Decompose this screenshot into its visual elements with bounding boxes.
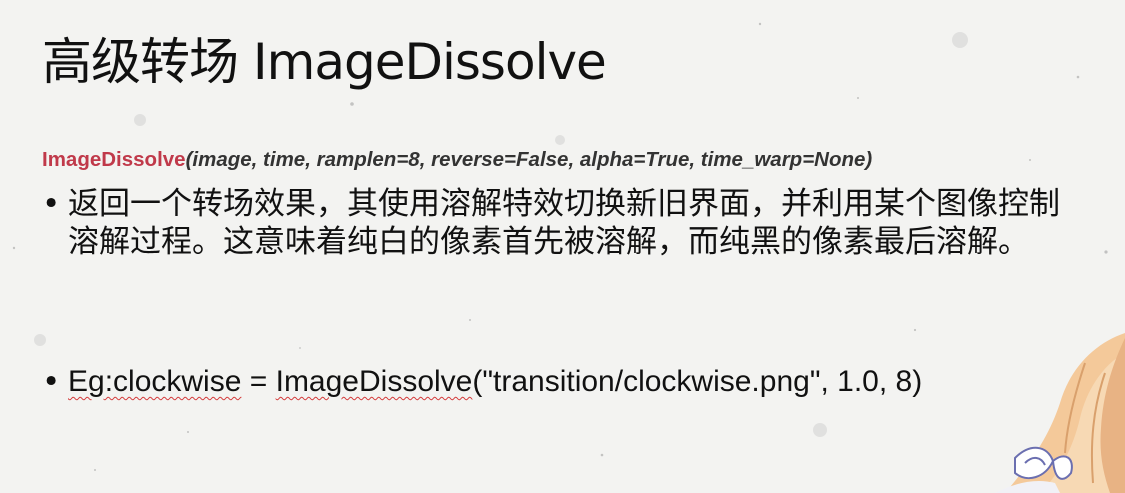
- function-name: ImageDissolve: [42, 148, 186, 171]
- bullet-marker: •: [42, 364, 61, 400]
- bullet-text: 返回一个转场效果，其使用溶解特效切换新旧界面，并利用某个图像控制溶解过程。这意味…: [68, 186, 1060, 260]
- example-label: Eg:clockwise: [68, 365, 242, 398]
- function-signature: ImageDissolve(image, time, ramplen=8, re…: [42, 146, 872, 174]
- example-code: Eg:clockwise = ImageDissolve("transition…: [68, 363, 922, 401]
- example-equals: =: [241, 365, 276, 398]
- anime-character-illustration: [995, 333, 1125, 493]
- slide-title: 高级转场 ImageDissolve: [42, 33, 607, 91]
- bullet-description: • 返回一个转场效果，其使用溶解特效切换新旧界面，并利用某个图像控制溶解过程。这…: [42, 185, 1062, 301]
- bullet-marker: •: [42, 186, 61, 222]
- example-arguments: ("transition/clockwise.png", 1.0, 8): [472, 365, 923, 398]
- bullet-example: • Eg:clockwise = ImageDissolve("transiti…: [42, 363, 1042, 403]
- function-arguments: (image, time, ramplen=8, reverse=False, …: [185, 148, 873, 171]
- example-function: ImageDissolve: [275, 365, 473, 398]
